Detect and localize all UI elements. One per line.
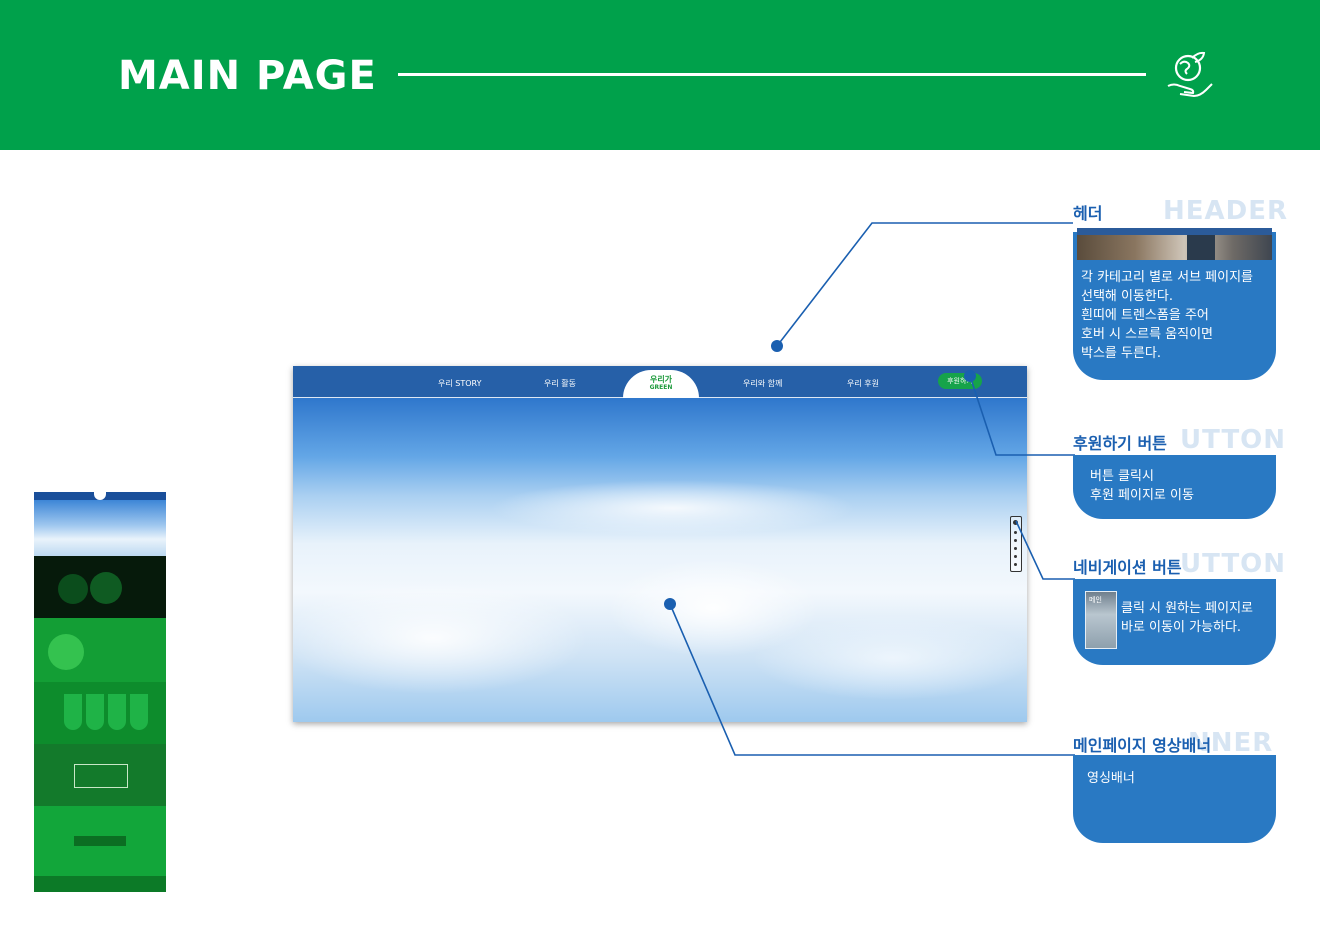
- thumbnail-hero-section: [34, 500, 166, 556]
- side-nav-dot-active[interactable]: [1013, 520, 1018, 525]
- thumbnail-footer-section: [34, 806, 166, 892]
- side-nav-dot[interactable]: [1014, 555, 1017, 558]
- donate-button[interactable]: 후원하기: [938, 373, 982, 389]
- side-navigation-preview: 메인: [1085, 591, 1117, 649]
- cloud-video-banner: [293, 398, 1027, 722]
- nav-item-donation[interactable]: 우리 후원: [847, 378, 879, 389]
- side-nav-dot[interactable]: [1014, 563, 1017, 566]
- navigation-annotation-title: 네비게이션 버튼: [1073, 558, 1182, 577]
- donate-annotation-card: 버튼 클릭시 후원 페이지로 이동: [1073, 455, 1276, 519]
- nav-item-story[interactable]: 우리 STORY: [438, 378, 481, 389]
- logo-subtext: GREEN: [649, 384, 673, 391]
- thumbnail-campaign-section: [34, 744, 166, 806]
- title-divider: [398, 73, 1146, 76]
- preview-label: 메인: [1089, 596, 1102, 604]
- thumbnail-activity-section: [34, 556, 166, 618]
- banner-annotation-card: 영싱배너: [1073, 755, 1276, 843]
- nav-item-activity[interactable]: 우리 활동: [544, 378, 576, 389]
- logo-text: 우리가: [649, 375, 673, 384]
- thumbnail-story-section: [34, 618, 166, 682]
- mockup-header-nav: 우리 STORY 우리 활동 우리가 GREEN 우리와 함께 우리 후원 후원…: [293, 366, 1027, 398]
- page-title: MAIN PAGE: [118, 53, 377, 99]
- side-nav-dot[interactable]: [1014, 539, 1017, 542]
- full-page-thumbnail: [34, 492, 166, 892]
- header-dropdown-preview: [1077, 228, 1272, 260]
- navigation-ghost-label: UTTON: [1180, 549, 1287, 579]
- thumbnail-cards-section: [34, 682, 166, 744]
- header-ghost-label: HEADER: [1163, 196, 1289, 226]
- site-logo[interactable]: 우리가 GREEN: [623, 370, 699, 398]
- header-annotation-title: 헤더: [1073, 204, 1103, 223]
- main-page-mockup: 우리 STORY 우리 활동 우리가 GREEN 우리와 함께 우리 후원 후원…: [293, 366, 1027, 722]
- donate-annotation-title: 후원하기 버튼: [1073, 434, 1167, 453]
- donate-ghost-label: UTTON: [1180, 425, 1287, 455]
- nav-item-together[interactable]: 우리와 함께: [743, 378, 782, 389]
- navigation-annotation-text: 클릭 시 원하는 페이지로 바로 이동이 가능하다.: [1121, 601, 1253, 635]
- donate-annotation-text: 버튼 클릭시 후원 페이지로 이동: [1090, 469, 1194, 503]
- top-banner: MAIN PAGE: [0, 0, 1320, 150]
- side-nav-dot[interactable]: [1014, 531, 1017, 534]
- header-annotation-text: 각 카테고리 별로 서브 페이지를 선택해 이동한다. 흰띠에 트렌스폼을 주어…: [1081, 270, 1254, 361]
- banner-annotation-title: 메인페이지 영상배너: [1073, 736, 1212, 755]
- banner-annotation-text: 영싱배너: [1087, 771, 1135, 786]
- side-page-navigation[interactable]: [1010, 516, 1022, 572]
- earth-in-hand-icon: [1167, 51, 1213, 98]
- side-nav-dot[interactable]: [1014, 547, 1017, 550]
